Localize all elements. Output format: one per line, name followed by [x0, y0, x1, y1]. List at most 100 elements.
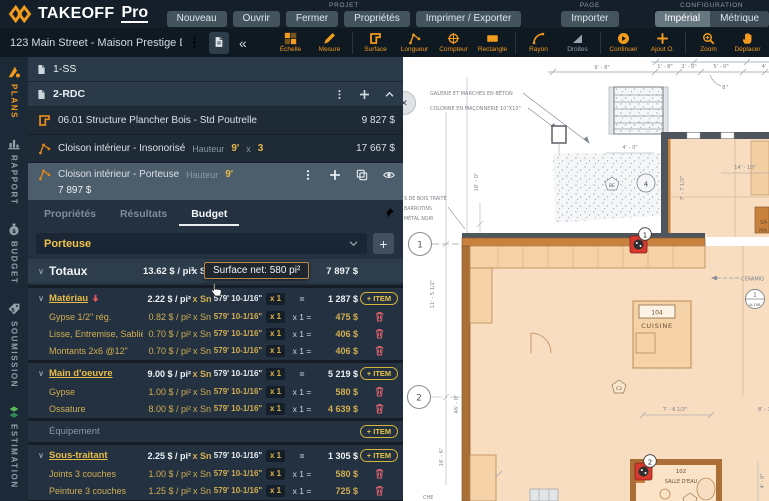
item-amount: 9 827 $ [361, 115, 395, 126]
svg-text:1: 1 [753, 293, 757, 299]
tool-longueur-button[interactable]: Longueur [395, 32, 434, 53]
kebab-menu-icon[interactable] [188, 36, 201, 49]
section-factor: x Sn [192, 450, 212, 461]
budget-row-gypse[interactable]: Gypse 1.00 $ / pi² x Sn 579' 10-1/16" x 1 x 1… [28, 383, 403, 400]
tool-label: Ajout O. [650, 46, 675, 53]
tool-rectangle-button[interactable]: Rectangle [473, 32, 512, 53]
dim-label: 16' - 0" [474, 173, 480, 192]
tool-continuer-button[interactable]: Continuer [604, 32, 643, 53]
trash-icon[interactable] [374, 403, 385, 414]
section-rate: 9.00 $ / pi² [147, 368, 191, 379]
tool-rayon-button[interactable]: Rayon [519, 32, 558, 53]
trash-icon[interactable] [374, 468, 385, 479]
add-item-button[interactable]: + ITEM [359, 367, 399, 380]
tool-mesure-button[interactable]: Mesure [310, 32, 349, 53]
imperial-toggle[interactable]: Impérial [654, 10, 711, 27]
row-measure: 579' 10-1/16" [213, 346, 263, 355]
visibility-icon[interactable] [383, 169, 395, 181]
svg-text:4' - 0": 4' - 0" [760, 473, 766, 488]
svg-text:BE: BE [609, 183, 615, 189]
project-title: 123 Main Street - Maison Prestige De... [10, 36, 182, 49]
budget-row-ossature[interactable]: Ossature 8.00 $ / pi² x Sn 579' 10-1/16" x 1… [28, 400, 403, 417]
rail-budget-tab[interactable]: $ BUDGET [7, 222, 21, 285]
duplicate-icon[interactable] [356, 169, 368, 181]
tool-label: Zoom [700, 46, 717, 53]
budget-row-lisse-entremise-sabliere[interactable]: Lisse, Entremise, Sablière0.70 $ / pi²x … [28, 325, 403, 342]
pin-icon[interactable] [383, 207, 395, 219]
tab-proprietes[interactable]: Propriétés [32, 202, 108, 226]
add-item-button[interactable]: + ITEM [359, 449, 399, 462]
tab-resultats[interactable]: Résultats [108, 202, 179, 226]
tab-budget[interactable]: Budget [179, 202, 240, 226]
budget-row-gypse-1-2-reg[interactable]: Gypse 1/2" rég. 0.82 $ / pi² x Sn 579' 10-1… [28, 308, 403, 325]
section-label: Matériau [49, 293, 143, 304]
svg-text:1: 1 [643, 232, 647, 240]
trash-icon[interactable] [374, 345, 385, 356]
ouvrir-button[interactable]: Ouvrir [232, 10, 280, 27]
add-assembly-button[interactable]: + [373, 233, 394, 254]
page-row-1-ss[interactable]: 1-SS [28, 57, 403, 82]
add-item-button[interactable]: + ITEM [359, 292, 399, 305]
assembly-dropdown[interactable]: Porteuse [36, 233, 367, 254]
projet-group-label: PROJET [329, 1, 359, 9]
section-label: Main d'oeuvre [49, 368, 143, 379]
collapse-panel-button[interactable]: « [239, 35, 247, 51]
trash-icon[interactable] [374, 311, 385, 322]
takeoff-item-cloison-interieur-porteuse[interactable]: Cloison intérieur - Porteuse Hauteur 9' 7 8… [28, 163, 403, 200]
svg-text:COLONNE EN MAÇONNERIE 10"X10": COLONNE EN MAÇONNERIE 10"X10" [430, 106, 521, 112]
trash-icon[interactable] [374, 386, 385, 397]
add-icon[interactable] [359, 89, 370, 100]
row-rate: 1.00 $ / pi² [148, 468, 191, 479]
importer-button[interactable]: Importer [561, 10, 619, 27]
trash-icon[interactable] [374, 328, 385, 339]
imprimer-exporter-button[interactable]: Imprimer / Exporter [415, 10, 522, 27]
plan-canvas[interactable]: ✕ 9' - 8" 1' - 8" 2' - 0" 5' - 0" 4' 8" … [392, 57, 769, 501]
nouveau-button[interactable]: Nouveau [166, 10, 227, 27]
proprietes-button[interactable]: Propriétés [344, 10, 410, 27]
configuration-group-label: CONFIGURATION [680, 1, 744, 9]
budget-row-montants-2x6-12[interactable]: Montants 2x6 @12" 0.70 $ / pi² x Sn 579' 10… [28, 342, 403, 359]
kebab-menu-icon[interactable] [334, 89, 345, 100]
multiplier-badge: x 1 [265, 402, 286, 415]
row-multiplier: x 1 [263, 402, 288, 415]
tool-ajout-o-button[interactable]: Ajout O. [643, 32, 682, 53]
budget-section-header-equipement[interactable]: Équipement + ITEM [28, 422, 403, 441]
tool-surface-button[interactable]: Surface [356, 32, 395, 53]
rail-rapport-tab[interactable]: RAPPORT [7, 136, 21, 205]
add-icon[interactable] [329, 169, 341, 181]
longueur-icon [409, 33, 421, 45]
svg-text:2: 2 [648, 459, 652, 467]
row-multiplier: x 1 [263, 484, 288, 497]
trash-icon[interactable] [374, 485, 385, 496]
takeoff-type-icon [39, 169, 51, 181]
fermer-button[interactable]: Fermer [285, 10, 339, 27]
page-document-button[interactable] [209, 31, 229, 54]
kebab-menu-icon[interactable] [302, 169, 314, 181]
page-row-2-rdc[interactable]: 2-RDC [28, 82, 403, 107]
takeoff-item-cloison-interieur-insonorise[interactable]: Cloison intérieur - Insonorisé Hauteur 9' x… [28, 135, 403, 163]
tool-deplacer-button[interactable]: Déplacer [728, 32, 767, 53]
budget-row-joints-3-couches[interactable]: Joints 3 couches 1.00 $ / pi² x Sn 579' 10-… [28, 465, 403, 482]
rail-estimation-tab[interactable]: ESTIMATION [7, 405, 21, 489]
rail-label: BUDGET [9, 241, 19, 285]
tool-compteur-button[interactable]: Compteur [434, 32, 473, 53]
rail-label: PLANS [9, 84, 19, 120]
section-amount: 1 305 $ [327, 450, 358, 461]
rail-plans-tab[interactable]: PLANS [7, 65, 21, 119]
dim-label: 1' - 8" [657, 64, 673, 70]
row-action [358, 311, 400, 322]
budget-section-header-sous-traitant[interactable]: ∨ Sous-traitant 2.25 $ / pi² x Sn 579' 10-1/… [28, 446, 403, 465]
row-amount: 725 $ [335, 485, 358, 496]
row-measure: 579' 10-1/16" [213, 486, 263, 495]
tool-droites-button[interactable]: Droites [558, 32, 597, 53]
budget-row-peinture-3-couches[interactable]: Peinture 3 couches 1.25 $ / pi² x Sn 579' 1… [28, 482, 403, 499]
budget-section-header-main-d-oeuvre[interactable]: ∨ Main d'oeuvre 9.00 $ / pi² x Sn 579' 10-1/… [28, 364, 403, 383]
svg-text:SA: SA [760, 220, 767, 226]
tool-echelle-button[interactable]: Échelle [271, 32, 310, 53]
tool-zoom-button[interactable]: Zoom [689, 32, 728, 53]
takeoff-item-06-01-structure-plancher-bois-std-poutrelle[interactable]: 06.01 Structure Plancher Bois - Std Pout… [28, 107, 403, 135]
add-item-button[interactable]: + ITEM [359, 425, 399, 438]
collapse-icon[interactable] [384, 89, 395, 100]
metrique-toggle[interactable]: Métrique [710, 10, 769, 27]
rail-soumission-tab[interactable]: $ SOUMISSION [7, 302, 21, 388]
